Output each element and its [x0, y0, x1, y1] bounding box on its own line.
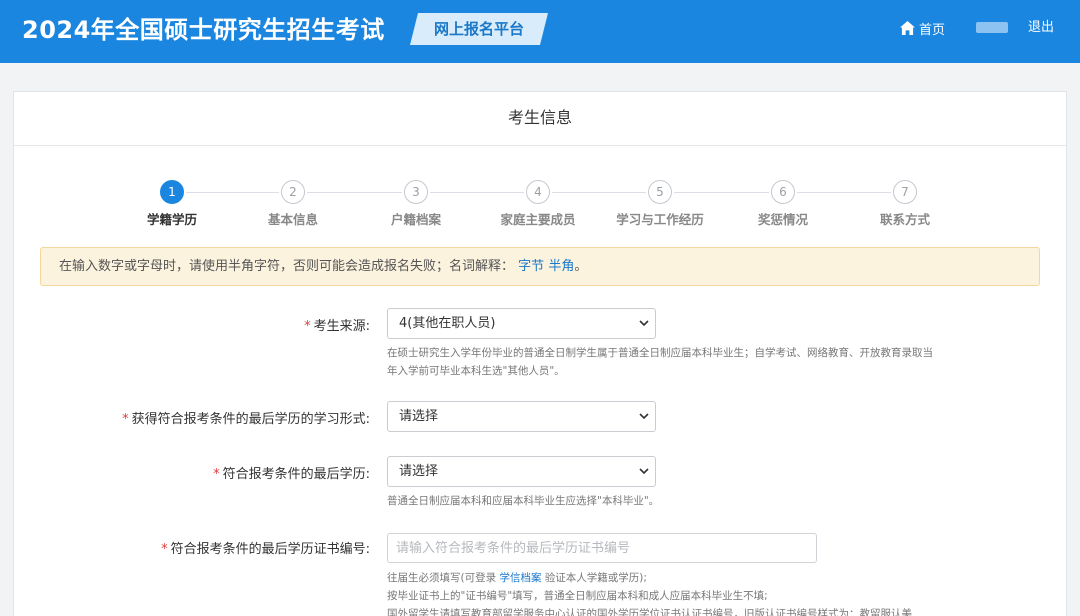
source-hint: 在硕士研究生入学年份毕业的普通全日制学生属于普通全日制应届本科毕业生；自学考试、… [387, 347, 933, 377]
user-name-blurred [976, 22, 1008, 33]
platform-badge: 网上报名平台 [433, 20, 524, 38]
step-2[interactable]: 2 基本信息 [243, 180, 343, 228]
site-title: 2024年全国硕士研究生招生考试 [22, 16, 385, 44]
step-label: 学习与工作经历 [616, 212, 704, 227]
last-degree-hint: 普通全日制应届本科和应届本科毕业生应选择"本科毕业"。 [387, 495, 660, 507]
chevron-down-icon [639, 413, 649, 420]
halfwidth-definition-link[interactable]: 半角 [548, 259, 574, 274]
home-label: 首页 [919, 22, 946, 38]
step-label: 学籍学历 [146, 212, 197, 227]
card-title: 考生信息 [14, 92, 1066, 146]
required-mark: * [122, 412, 129, 427]
notice-text: 在输入数字或字母时，请使用半角字符，否则可能会造成报名失败；名词解释： [59, 259, 515, 274]
step-label: 联系方式 [879, 212, 930, 227]
step-number: 3 [404, 180, 428, 204]
step-label: 奖惩情况 [757, 212, 808, 227]
step-number: 7 [893, 180, 917, 204]
last-degree-select-value: 请选择 [399, 464, 439, 479]
source-label: * 考生来源: [304, 319, 370, 334]
step-progress: 1 学籍学历 2 基本信息 3 户籍档案 4 家庭主要成员 5 学习与工作经历 … [0, 180, 1080, 230]
step-1[interactable]: 1 学籍学历 [122, 180, 222, 228]
step-6[interactable]: 6 奖惩情况 [733, 180, 833, 228]
logout-link[interactable]: 退出 [1028, 18, 1054, 38]
step-3[interactable]: 3 户籍档案 [366, 180, 466, 228]
step-number: 1 [160, 180, 184, 204]
last-degree-label: * 符合报考条件的最后学历: [213, 467, 370, 482]
byte-definition-link[interactable]: 字节 [518, 259, 544, 274]
step-4[interactable]: 4 家庭主要成员 [488, 180, 588, 228]
study-form-label: * 获得符合报考条件的最后学历的学习形式: [122, 412, 370, 427]
required-mark: * [161, 542, 168, 557]
home-link[interactable]: 首页 [900, 18, 945, 38]
source-select-value: 4(其他在职人员) [399, 316, 496, 331]
step-number: 4 [526, 180, 550, 204]
required-mark: * [213, 467, 220, 482]
source-select[interactable]: 4(其他在职人员) [387, 308, 656, 339]
step-number: 6 [771, 180, 795, 204]
step-number: 5 [648, 180, 672, 204]
step-label: 家庭主要成员 [500, 212, 576, 227]
last-degree-select[interactable]: 请选择 [387, 456, 656, 487]
cert-no-hint: 往届生必须填写(可登录 学信档案 验证本人学籍或学历); 按毕业证书上的"证书编… [387, 572, 912, 616]
home-icon [900, 21, 915, 35]
halfwidth-notice: 在输入数字或字母时，请使用半角字符，否则可能会造成报名失败；名词解释： 字节 半… [40, 247, 1040, 286]
chevron-down-icon [639, 468, 649, 475]
step-number: 2 [281, 180, 305, 204]
cert-no-input[interactable] [387, 533, 817, 563]
step-5[interactable]: 5 学习与工作经历 [610, 180, 710, 228]
step-label: 户籍档案 [390, 212, 441, 227]
study-form-select[interactable]: 请选择 [387, 401, 656, 432]
cert-no-label: * 符合报考条件的最后学历证书编号: [161, 542, 370, 557]
notice-tail: 。 [574, 259, 588, 274]
step-7[interactable]: 7 联系方式 [855, 180, 955, 228]
xuexin-archive-link[interactable]: 学信档案 [499, 572, 541, 584]
top-header: 2024年全国硕士研究生招生考试 网上报名平台 首页 退出 [0, 0, 1080, 63]
study-form-select-value: 请选择 [399, 409, 439, 424]
required-mark: * [304, 319, 311, 334]
chevron-down-icon [639, 320, 649, 327]
step-label: 基本信息 [267, 212, 318, 227]
